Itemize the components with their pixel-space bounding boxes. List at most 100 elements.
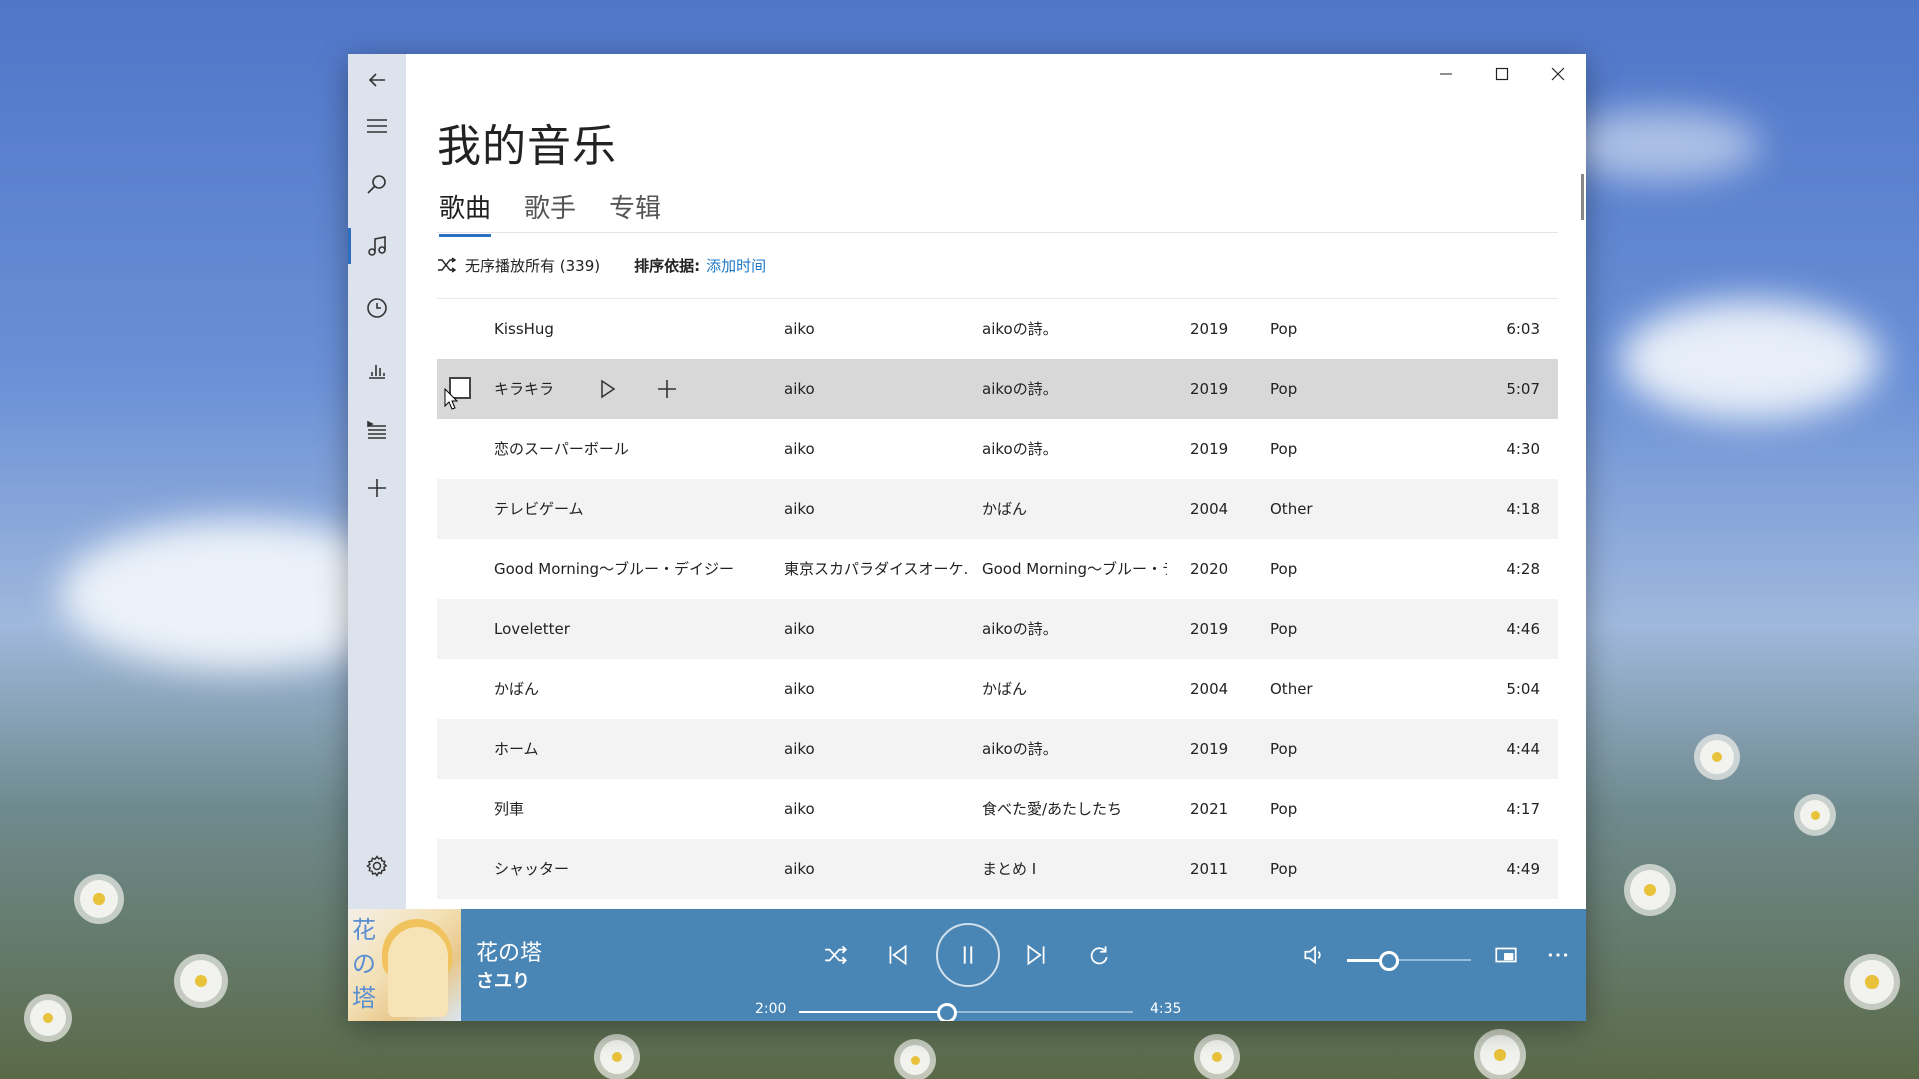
song-duration: 4:44 xyxy=(1506,740,1540,758)
song-row[interactable]: 恋のスーパーボール aiko aikoの詩。 2019 Pop 4:30 xyxy=(437,419,1558,479)
song-album[interactable]: aikoの詩。 xyxy=(982,419,1167,479)
song-row-hovered[interactable]: キラキラ aiko aikoの詩。 2019 Pop 5:07 xyxy=(437,359,1558,419)
volume-thumb[interactable] xyxy=(1378,951,1399,971)
more-options-button[interactable] xyxy=(1540,937,1576,973)
song-album[interactable]: Good Morning～ブルー・テ xyxy=(982,539,1167,599)
play-icon[interactable] xyxy=(595,377,619,401)
tab-artists[interactable]: 歌手 xyxy=(524,188,576,233)
song-artist[interactable]: aiko xyxy=(784,719,970,779)
sidebar-item-recent[interactable] xyxy=(348,282,406,334)
close-button[interactable] xyxy=(1530,54,1586,94)
sort-dropdown[interactable]: 添加时间 xyxy=(706,255,766,276)
song-duration: 4:17 xyxy=(1506,800,1540,818)
minimize-button[interactable] xyxy=(1418,54,1474,94)
song-year: 2019 xyxy=(1190,620,1229,638)
song-album[interactable]: かばん xyxy=(982,479,1167,539)
player-bar: 花 の 塔 花の塔 さユり 2:00 4:35 xyxy=(348,909,1586,1021)
song-duration: 5:04 xyxy=(1506,680,1540,698)
song-row[interactable]: 列車 aiko 食べた愛/あたしたち 2021 Pop 4:17 xyxy=(437,779,1558,839)
menu-button[interactable] xyxy=(348,100,406,152)
shuffle-button[interactable] xyxy=(814,933,858,977)
song-artist[interactable]: aiko xyxy=(784,359,970,419)
song-genre: Pop xyxy=(1270,740,1298,758)
song-year: 2011 xyxy=(1190,860,1229,878)
seek-bar-fill xyxy=(799,1011,946,1013)
song-genre: Pop xyxy=(1270,440,1298,458)
close-icon xyxy=(1551,67,1565,81)
shuffle-all-button[interactable]: 无序播放所有 (339) xyxy=(437,255,600,276)
clock-icon xyxy=(367,298,387,318)
music-app-window: 我的音乐 歌曲 歌手 专辑 无序播放所有 (339) 排序依据: 添加时间 Ki… xyxy=(348,54,1586,1021)
back-button[interactable] xyxy=(348,54,406,106)
volume-slider[interactable] xyxy=(1347,951,1471,971)
repeat-button[interactable] xyxy=(1076,933,1120,977)
now-playing-artist[interactable]: さユり xyxy=(476,967,530,993)
song-title: キラキラ xyxy=(494,380,555,398)
sidebar-item-now-playing[interactable] xyxy=(348,344,406,396)
sidebar-item-my-music[interactable] xyxy=(348,220,406,272)
settings-button[interactable] xyxy=(348,840,406,892)
song-album[interactable]: aikoの詩。 xyxy=(982,599,1167,659)
song-artist[interactable]: 東京スカパラダイスオーケ. xyxy=(784,539,970,599)
song-genre: Pop xyxy=(1270,560,1298,578)
song-list: KissHug aiko aikoの詩。 2019 Pop 6:03 キラキラ … xyxy=(437,298,1558,899)
speaker-icon xyxy=(1304,945,1321,965)
maximize-button[interactable] xyxy=(1474,54,1530,94)
song-row[interactable]: Good Morning～ブルー・デイジー 東京スカパラダイスオーケ. Good… xyxy=(437,539,1558,599)
song-artist[interactable]: aiko xyxy=(784,659,970,719)
shuffle-icon xyxy=(438,257,457,273)
scrollbar-thumb[interactable] xyxy=(1581,174,1584,220)
mini-player-button[interactable] xyxy=(1488,937,1524,973)
song-row[interactable]: テレビゲーム aiko かばん 2004 Other 4:18 xyxy=(437,479,1558,539)
song-artist[interactable]: aiko xyxy=(784,299,970,359)
song-artist[interactable]: aiko xyxy=(784,419,970,479)
song-row[interactable]: KissHug aiko aikoの詩。 2019 Pop 6:03 xyxy=(437,299,1558,359)
song-year: 2019 xyxy=(1190,440,1229,458)
song-artist[interactable]: aiko xyxy=(784,479,970,539)
volume-button[interactable] xyxy=(1296,937,1332,973)
song-artist[interactable]: aiko xyxy=(784,599,970,659)
tab-songs[interactable]: 歌曲 xyxy=(439,188,492,237)
song-year: 2020 xyxy=(1190,560,1229,578)
song-row[interactable]: Loveletter aiko aikoの詩。 2019 Pop 4:46 xyxy=(437,599,1558,659)
song-genre: Pop xyxy=(1270,620,1298,638)
previous-button[interactable] xyxy=(876,933,920,977)
tab-albums[interactable]: 专辑 xyxy=(609,188,661,233)
song-album[interactable]: aikoの詩。 xyxy=(982,719,1167,779)
now-playing-title[interactable]: 花の塔 xyxy=(476,935,542,967)
search-button[interactable] xyxy=(348,158,406,210)
album-cover[interactable]: 花 の 塔 xyxy=(348,909,461,1021)
mouse-cursor-icon xyxy=(444,388,458,410)
song-row[interactable]: かばん aiko かばん 2004 Other 5:04 xyxy=(437,659,1558,719)
sidebar-item-playlists[interactable] xyxy=(348,404,406,456)
song-duration: 4:28 xyxy=(1506,560,1540,578)
sort-label: 排序依据: xyxy=(634,256,701,275)
song-album[interactable]: かばん xyxy=(982,659,1167,719)
cover-art-figure xyxy=(388,927,448,1017)
seek-bar[interactable] xyxy=(799,1003,1133,1021)
song-title: Loveletter xyxy=(494,620,570,638)
song-title: KissHug xyxy=(494,320,554,338)
song-genre: Other xyxy=(1270,680,1313,698)
song-genre: Pop xyxy=(1270,380,1298,398)
add-to-icon[interactable] xyxy=(655,377,679,401)
song-album[interactable]: aikoの詩。 xyxy=(982,299,1167,359)
sort-control: 排序依据: 添加时间 xyxy=(634,255,766,276)
song-title: 恋のスーパーボール xyxy=(494,440,629,458)
seek-thumb[interactable] xyxy=(936,1003,957,1021)
song-album[interactable]: まとめ I xyxy=(982,839,1167,899)
next-button[interactable] xyxy=(1014,933,1058,977)
song-album[interactable]: 食べた愛/あたしたち xyxy=(982,779,1167,839)
song-artist[interactable]: aiko xyxy=(784,779,970,839)
pause-button[interactable] xyxy=(936,923,1000,987)
music-note-icon xyxy=(368,236,386,256)
new-playlist-button[interactable] xyxy=(348,462,406,514)
song-album[interactable]: aikoの詩。 xyxy=(982,359,1167,419)
song-artist[interactable]: aiko xyxy=(784,839,970,899)
song-row[interactable]: ホーム aiko aikoの詩。 2019 Pop 4:44 xyxy=(437,719,1558,779)
song-genre: Pop xyxy=(1270,800,1298,818)
more-dots-icon xyxy=(1548,953,1568,957)
hamburger-menu-icon xyxy=(367,119,387,133)
song-duration: 4:46 xyxy=(1506,620,1540,638)
song-row[interactable]: シャッター aiko まとめ I 2011 Pop 4:49 xyxy=(437,839,1558,899)
